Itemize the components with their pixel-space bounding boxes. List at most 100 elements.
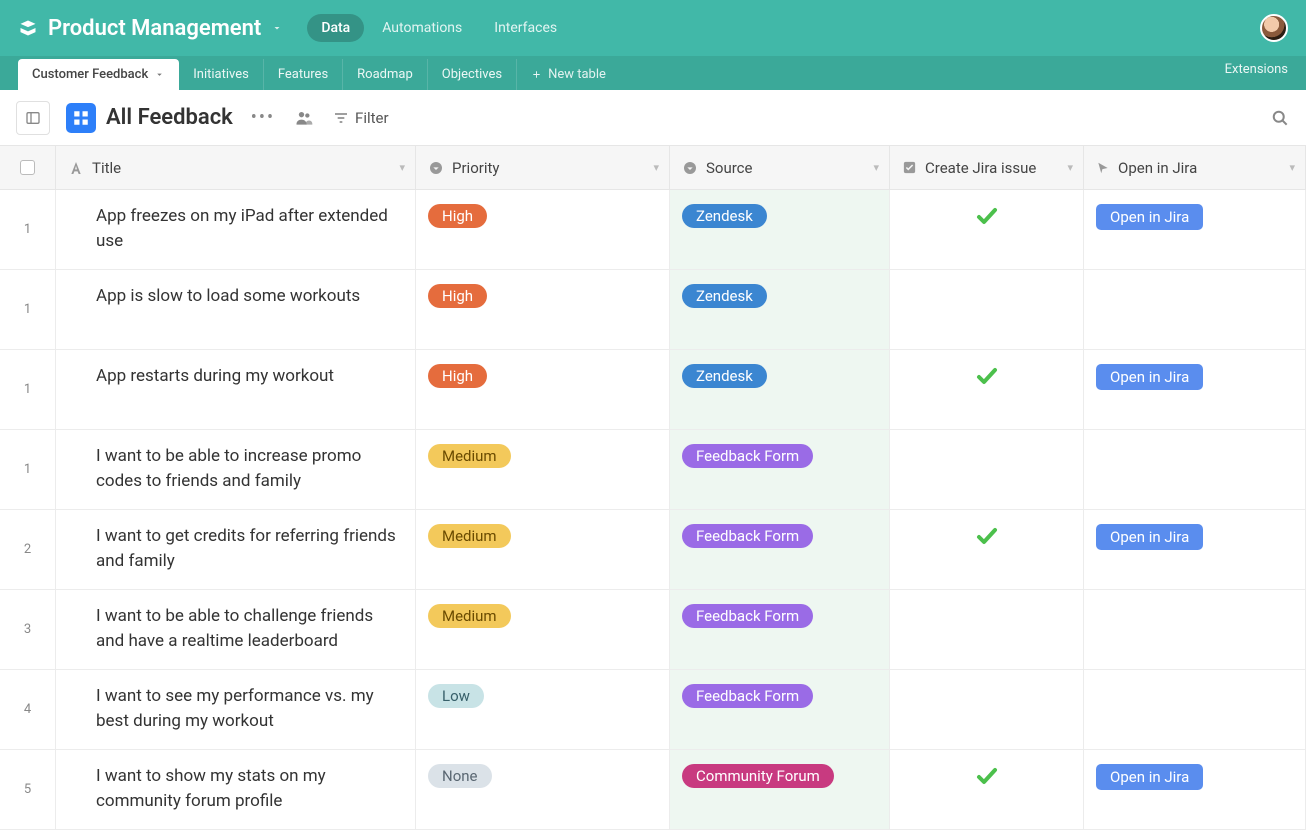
open-in-jira-button[interactable]: Open in Jira	[1096, 364, 1203, 390]
chevron-down-icon[interactable]	[271, 22, 283, 34]
cell-open-in-jira[interactable]	[1084, 590, 1306, 669]
row-number: 3	[0, 590, 56, 669]
open-in-jira-button[interactable]: Open in Jira	[1096, 764, 1203, 790]
cell-create-jira[interactable]	[890, 510, 1084, 589]
cell-open-in-jira[interactable]: Open in Jira	[1084, 750, 1306, 829]
cell-create-jira[interactable]	[890, 430, 1084, 509]
source-pill: Zendesk	[682, 364, 767, 388]
plus-icon	[531, 69, 542, 80]
table-row[interactable]: 2I want to get credits for referring fri…	[0, 510, 1306, 590]
cell-title[interactable]: App restarts during my workout	[56, 350, 416, 429]
chevron-down-icon[interactable]: ▾	[1289, 161, 1295, 174]
view-name[interactable]: All Feedback	[106, 105, 233, 130]
cell-open-in-jira[interactable]	[1084, 270, 1306, 349]
cell-source[interactable]: Zendesk	[670, 270, 890, 349]
cell-priority[interactable]: Medium	[416, 430, 670, 509]
base-logo-icon	[18, 18, 38, 38]
cell-priority[interactable]: Medium	[416, 590, 670, 669]
column-header-open-in-jira[interactable]: Open in Jira ▾	[1084, 146, 1306, 189]
chevron-down-icon[interactable]: ▾	[873, 161, 879, 174]
header-tab-automations[interactable]: Automations	[368, 14, 476, 42]
cell-source[interactable]: Feedback Form	[670, 510, 890, 589]
cell-priority[interactable]: Medium	[416, 510, 670, 589]
table-row[interactable]: 4I want to see my performance vs. my bes…	[0, 670, 1306, 750]
header-tab-data[interactable]: Data	[307, 14, 364, 42]
more-icon[interactable]: •••	[251, 107, 275, 128]
cell-priority[interactable]: Low	[416, 670, 670, 749]
table-tab-features[interactable]: Features	[264, 59, 343, 90]
cell-title[interactable]: I want to show my stats on my community …	[56, 750, 416, 829]
table-tab-label: Objectives	[442, 67, 502, 82]
priority-pill: None	[428, 764, 492, 788]
cell-create-jira[interactable]	[890, 750, 1084, 829]
extensions-link[interactable]: Extensions	[1225, 62, 1306, 85]
table-tab-objectives[interactable]: Objectives	[428, 59, 517, 90]
collaborators-icon[interactable]	[293, 108, 315, 128]
table-row[interactable]: 3I want to be able to challenge friends …	[0, 590, 1306, 670]
open-in-jira-button[interactable]: Open in Jira	[1096, 204, 1203, 230]
table-tab-initiatives[interactable]: Initiatives	[179, 59, 264, 90]
cell-title[interactable]: I want to get credits for referring frie…	[56, 510, 416, 589]
cell-open-in-jira[interactable]	[1084, 670, 1306, 749]
cell-title[interactable]: I want to be able to increase promo code…	[56, 430, 416, 509]
search-icon[interactable]	[1270, 108, 1290, 128]
cell-create-jira[interactable]	[890, 190, 1084, 269]
table-row[interactable]: 1App is slow to load some workoutsHighZe…	[0, 270, 1306, 350]
avatar[interactable]	[1260, 14, 1288, 42]
cell-priority[interactable]: None	[416, 750, 670, 829]
cell-source[interactable]: Feedback Form	[670, 590, 890, 669]
sidebar-toggle-button[interactable]	[16, 101, 50, 135]
chevron-down-icon[interactable]: ▾	[1067, 161, 1073, 174]
check-icon	[975, 764, 999, 788]
cell-create-jira[interactable]	[890, 350, 1084, 429]
row-number: 2	[0, 510, 56, 589]
table-tab-label: Customer Feedback	[32, 67, 148, 82]
filter-button[interactable]: Filter	[333, 109, 389, 127]
new-table-button[interactable]: New table	[517, 59, 620, 90]
open-in-jira-button[interactable]: Open in Jira	[1096, 524, 1203, 550]
cell-create-jira[interactable]	[890, 670, 1084, 749]
cell-create-jira[interactable]	[890, 590, 1084, 669]
chevron-down-icon[interactable]	[154, 69, 165, 80]
cell-source[interactable]: Community Forum	[670, 750, 890, 829]
grid-view-icon	[66, 103, 96, 133]
cell-title[interactable]: I want to be able to challenge friends a…	[56, 590, 416, 669]
cell-open-in-jira[interactable]	[1084, 430, 1306, 509]
cell-open-in-jira[interactable]: Open in Jira	[1084, 350, 1306, 429]
row-number: 1	[0, 430, 56, 509]
chevron-down-icon[interactable]: ▾	[399, 161, 405, 174]
source-pill: Feedback Form	[682, 444, 813, 468]
table-row[interactable]: 5I want to show my stats on my community…	[0, 750, 1306, 830]
table-tab-customer-feedback[interactable]: Customer Feedback	[18, 59, 179, 90]
cell-create-jira[interactable]	[890, 270, 1084, 349]
table-tab-roadmap[interactable]: Roadmap	[343, 59, 428, 90]
priority-pill: Medium	[428, 444, 511, 468]
cell-priority[interactable]: High	[416, 270, 670, 349]
cell-title[interactable]: App freezes on my iPad after extended us…	[56, 190, 416, 269]
check-icon	[975, 204, 999, 228]
select-all-cell[interactable]	[0, 146, 56, 189]
cell-source[interactable]: Feedback Form	[670, 670, 890, 749]
cell-title[interactable]: App is slow to load some workouts	[56, 270, 416, 349]
header-tab-interfaces[interactable]: Interfaces	[480, 14, 571, 42]
column-header-title[interactable]: Title ▾	[56, 146, 416, 189]
row-number: 5	[0, 750, 56, 829]
cell-open-in-jira[interactable]: Open in Jira	[1084, 510, 1306, 589]
cell-open-in-jira[interactable]: Open in Jira	[1084, 190, 1306, 269]
source-pill: Feedback Form	[682, 524, 813, 548]
cell-priority[interactable]: High	[416, 190, 670, 269]
column-header-source[interactable]: Source ▾	[670, 146, 890, 189]
table-row[interactable]: 1App freezes on my iPad after extended u…	[0, 190, 1306, 270]
cell-source[interactable]: Zendesk	[670, 190, 890, 269]
top-header: Product Management DataAutomationsInterf…	[0, 0, 1306, 56]
cell-source[interactable]: Zendesk	[670, 350, 890, 429]
cell-source[interactable]: Feedback Form	[670, 430, 890, 509]
cell-title[interactable]: I want to see my performance vs. my best…	[56, 670, 416, 749]
cell-priority[interactable]: High	[416, 350, 670, 429]
chevron-down-icon[interactable]: ▾	[653, 161, 659, 174]
column-header-create-jira[interactable]: Create Jira issue ▾	[890, 146, 1084, 189]
column-header-priority[interactable]: Priority ▾	[416, 146, 670, 189]
table-row[interactable]: 1I want to be able to increase promo cod…	[0, 430, 1306, 510]
base-name[interactable]: Product Management	[48, 16, 261, 41]
table-row[interactable]: 1App restarts during my workoutHighZende…	[0, 350, 1306, 430]
